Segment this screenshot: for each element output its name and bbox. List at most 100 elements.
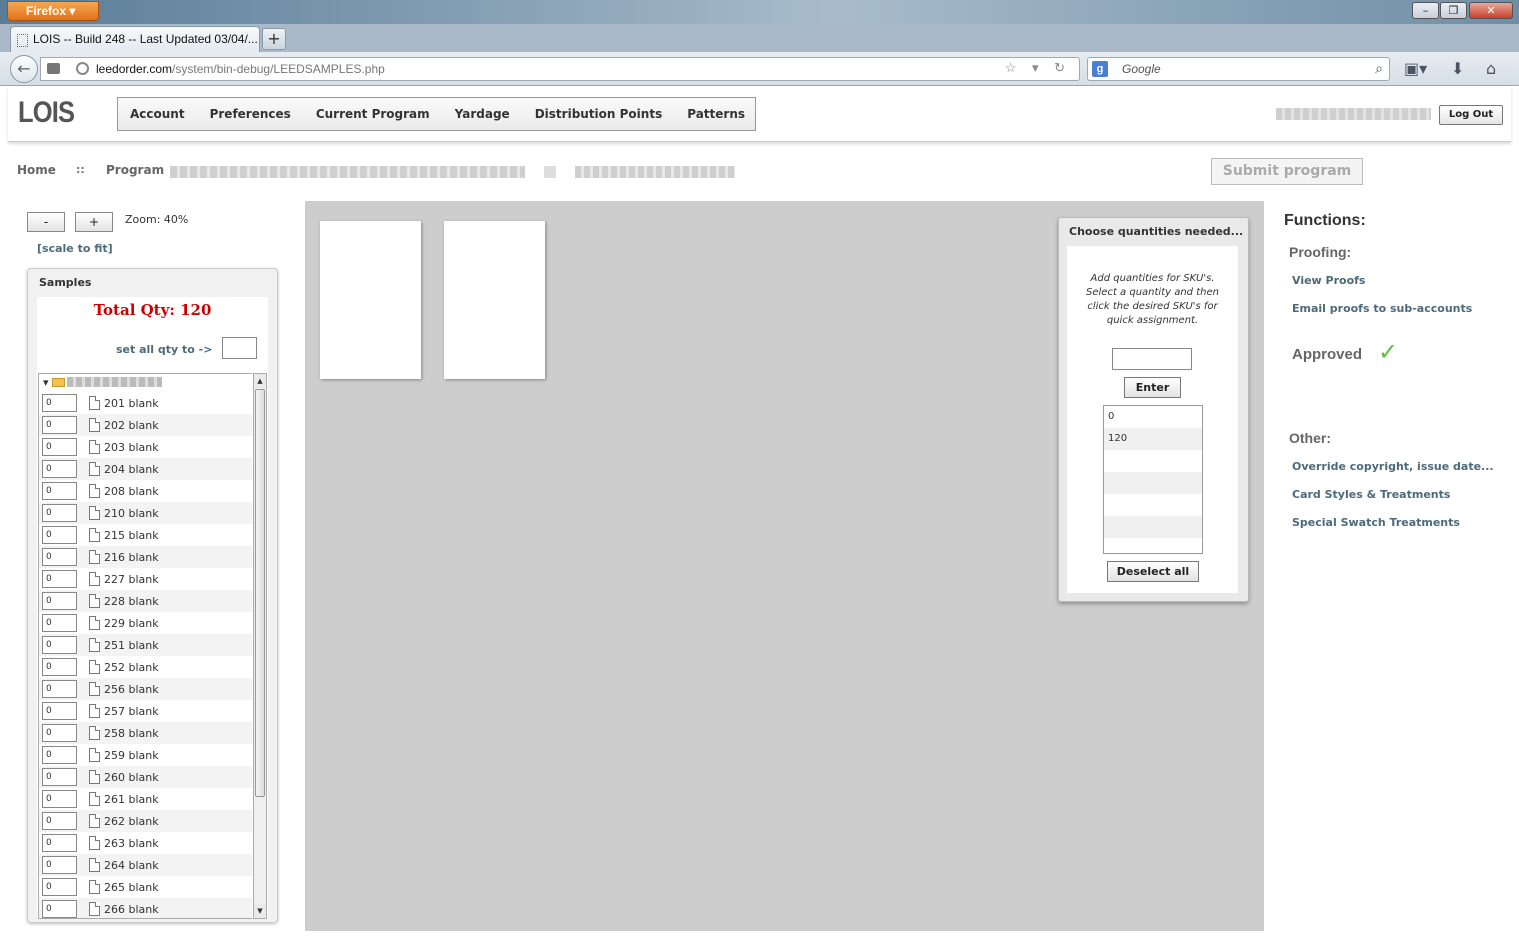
- set-all-qty-input[interactable]: [222, 337, 257, 359]
- list-item[interactable]: 0 256 blank: [39, 678, 252, 700]
- sample-qty-input[interactable]: 0: [42, 636, 77, 654]
- card-styles-link[interactable]: Card Styles & Treatments: [1292, 488, 1450, 501]
- list-item[interactable]: 0 264 blank: [39, 854, 252, 876]
- view-proofs-link[interactable]: View Proofs: [1292, 274, 1365, 287]
- new-tab-button[interactable]: +: [262, 28, 286, 50]
- quantity-list-item[interactable]: [1104, 494, 1202, 516]
- search-bar[interactable]: g Google ⌕: [1087, 57, 1390, 81]
- zoom-out-button[interactable]: -: [27, 212, 65, 232]
- list-item[interactable]: 0 227 blank: [39, 568, 252, 590]
- quantity-entry-input[interactable]: [1112, 348, 1192, 370]
- sample-qty-input[interactable]: 0: [42, 878, 77, 896]
- sample-qty-input[interactable]: 0: [42, 702, 77, 720]
- address-bar[interactable]: leedorder.com/system/bin-debug/LEEDSAMPL…: [40, 57, 1080, 81]
- deselect-all-button[interactable]: Deselect all: [1107, 561, 1199, 582]
- email-proofs-link[interactable]: Email proofs to sub-accounts: [1292, 302, 1472, 315]
- maximize-button[interactable]: ❐: [1440, 2, 1467, 19]
- sample-qty-input[interactable]: 0: [42, 460, 77, 478]
- list-item[interactable]: 0 203 blank: [39, 436, 252, 458]
- list-item[interactable]: 0 257 blank: [39, 700, 252, 722]
- submit-program-button[interactable]: Submit program: [1211, 158, 1363, 185]
- breadcrumb-home[interactable]: Home: [17, 163, 56, 177]
- override-copyright-link[interactable]: Override copyright, issue date...: [1292, 460, 1494, 473]
- sample-qty-input[interactable]: 0: [42, 768, 77, 786]
- zoom-in-button[interactable]: +: [75, 212, 113, 232]
- list-item[interactable]: 0 216 blank: [39, 546, 252, 568]
- back-button[interactable]: ←: [10, 55, 38, 83]
- firefox-menu-button[interactable]: Firefox ▾: [7, 1, 99, 21]
- list-item[interactable]: 0 201 blank: [39, 392, 252, 414]
- scroll-down-arrow-icon[interactable]: ▼: [254, 904, 266, 918]
- tree-folder[interactable]: ▾: [39, 374, 252, 392]
- scroll-up-arrow-icon[interactable]: ▲: [254, 374, 266, 388]
- browser-tab[interactable]: LOIS -- Build 248 -- Last Updated 03/04/…: [10, 26, 260, 52]
- list-item[interactable]: 0 228 blank: [39, 590, 252, 612]
- sample-qty-input[interactable]: 0: [42, 504, 77, 522]
- sample-qty-input[interactable]: 0: [42, 856, 77, 874]
- list-item[interactable]: 0 251 blank: [39, 634, 252, 656]
- list-item[interactable]: 0 259 blank: [39, 744, 252, 766]
- expand-arrow-icon[interactable]: ▾: [43, 376, 49, 389]
- sample-qty-input[interactable]: 0: [42, 394, 77, 412]
- sample-card[interactable]: [444, 221, 545, 379]
- design-canvas[interactable]: Choose quantities needed... Add quantiti…: [305, 201, 1264, 931]
- close-window-button[interactable]: ✕: [1469, 2, 1513, 19]
- download-icon[interactable]: ⬇: [1451, 59, 1464, 78]
- google-icon[interactable]: g: [1092, 61, 1108, 77]
- sample-qty-input[interactable]: 0: [42, 438, 77, 456]
- scale-to-fit-link[interactable]: [scale to fit]: [37, 242, 113, 255]
- sample-qty-input[interactable]: 0: [42, 658, 77, 676]
- sample-qty-input[interactable]: 0: [42, 746, 77, 764]
- logout-button[interactable]: Log Out: [1439, 105, 1503, 125]
- sample-qty-input[interactable]: 0: [42, 482, 77, 500]
- nav-current-program[interactable]: Current Program: [316, 107, 430, 121]
- enter-button[interactable]: Enter: [1124, 377, 1181, 398]
- tree-scrollbar[interactable]: ▲ ▼: [253, 373, 267, 919]
- list-item[interactable]: 0 229 blank: [39, 612, 252, 634]
- list-item[interactable]: 0 265 blank: [39, 876, 252, 898]
- quantity-list-item[interactable]: 120: [1104, 428, 1202, 450]
- bookmarks-icon[interactable]: ▣▾: [1404, 59, 1427, 78]
- list-item[interactable]: 0 210 blank: [39, 502, 252, 524]
- list-item[interactable]: 0 202 blank: [39, 414, 252, 436]
- sample-qty-input[interactable]: 0: [42, 680, 77, 698]
- sample-qty-input[interactable]: 0: [42, 724, 77, 742]
- list-item[interactable]: 0 215 blank: [39, 524, 252, 546]
- bookmark-star-icon[interactable]: ☆ ▾ ↻: [1005, 60, 1071, 76]
- search-icon[interactable]: ⌕: [1375, 60, 1383, 77]
- sample-qty-input[interactable]: 0: [42, 526, 77, 544]
- special-swatch-link[interactable]: Special Swatch Treatments: [1292, 516, 1460, 529]
- nav-patterns[interactable]: Patterns: [687, 107, 745, 121]
- list-item[interactable]: 0 260 blank: [39, 766, 252, 788]
- sample-card[interactable]: [320, 221, 421, 379]
- quantity-list-item[interactable]: [1104, 450, 1202, 472]
- sample-qty-input[interactable]: 0: [42, 416, 77, 434]
- quantity-list-item[interactable]: [1104, 516, 1202, 538]
- list-item[interactable]: 0 258 blank: [39, 722, 252, 744]
- sample-qty-input[interactable]: 0: [42, 570, 77, 588]
- nav-yardage[interactable]: Yardage: [455, 107, 510, 121]
- home-icon[interactable]: ⌂: [1486, 59, 1496, 78]
- sample-qty-input[interactable]: 0: [42, 812, 77, 830]
- nav-distribution-points[interactable]: Distribution Points: [535, 107, 663, 121]
- list-item[interactable]: 0 204 blank: [39, 458, 252, 480]
- sample-qty-input[interactable]: 0: [42, 790, 77, 808]
- quantity-list-item[interactable]: [1104, 472, 1202, 494]
- sample-qty-input[interactable]: 0: [42, 834, 77, 852]
- quantity-list-item[interactable]: 0: [1104, 406, 1202, 428]
- list-item[interactable]: 0 266 blank: [39, 898, 252, 918]
- nav-account[interactable]: Account: [130, 107, 185, 121]
- list-item[interactable]: 0 262 blank: [39, 810, 252, 832]
- nav-preferences[interactable]: Preferences: [210, 107, 291, 121]
- list-item[interactable]: 0 252 blank: [39, 656, 252, 678]
- list-item[interactable]: 0 263 blank: [39, 832, 252, 854]
- quantity-list[interactable]: 0 120: [1103, 405, 1203, 554]
- quantity-list-item[interactable]: [1104, 538, 1202, 553]
- minimize-button[interactable]: –: [1412, 2, 1439, 19]
- sample-qty-input[interactable]: 0: [42, 900, 77, 918]
- list-item[interactable]: 0 208 blank: [39, 480, 252, 502]
- scrollbar-thumb[interactable]: [255, 389, 265, 797]
- list-item[interactable]: 0 261 blank: [39, 788, 252, 810]
- sample-qty-input[interactable]: 0: [42, 614, 77, 632]
- sample-qty-input[interactable]: 0: [42, 548, 77, 566]
